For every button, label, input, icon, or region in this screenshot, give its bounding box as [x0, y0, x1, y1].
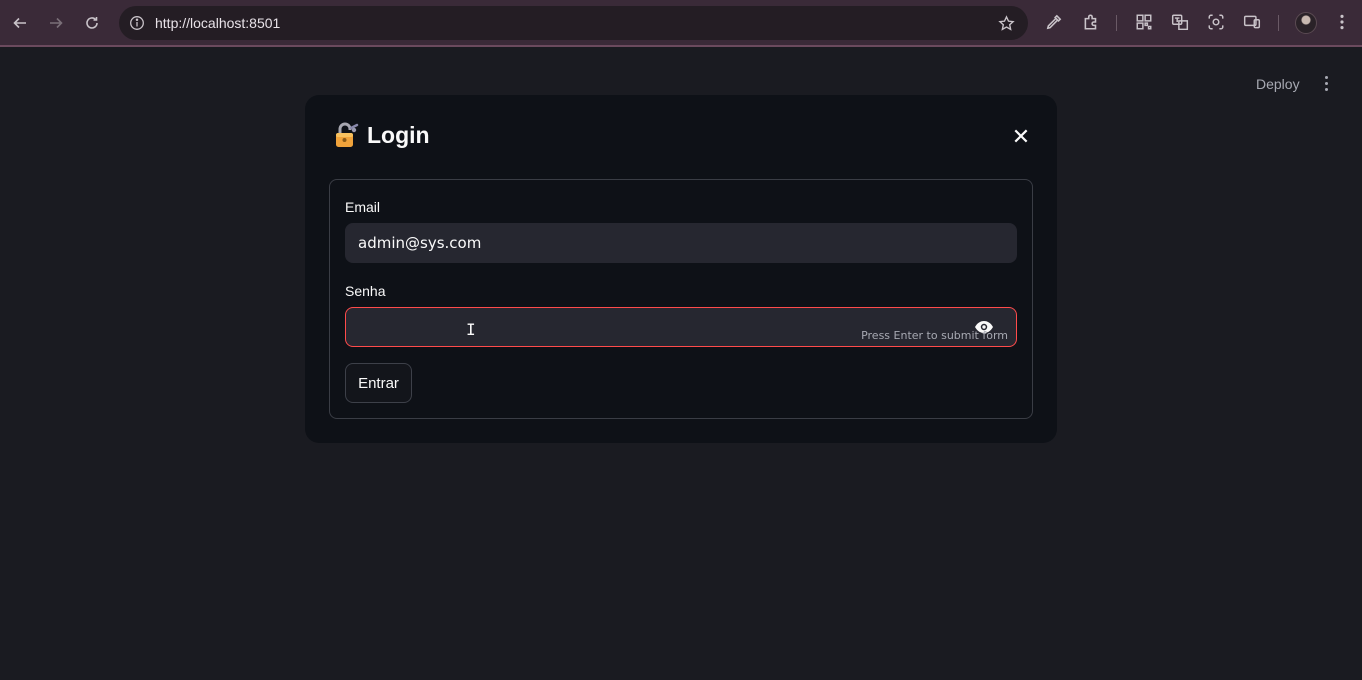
reload-icon[interactable] — [80, 9, 104, 37]
qr-code-icon[interactable] — [1133, 11, 1155, 33]
dialog-title-text: Login — [367, 121, 430, 148]
forward-icon[interactable] — [44, 9, 68, 37]
browser-toolbar: http://localhost:8501 — [0, 0, 1362, 47]
back-icon[interactable] — [8, 9, 32, 37]
deploy-button[interactable]: Deploy — [1250, 74, 1306, 94]
toolbar-divider — [1278, 15, 1279, 31]
address-bar[interactable]: http://localhost:8501 — [119, 6, 1028, 40]
url-text: http://localhost:8501 — [155, 15, 281, 31]
submit-hint: Press Enter to submit form — [861, 329, 1008, 342]
lens-icon[interactable] — [1205, 11, 1227, 33]
kebab-menu-icon[interactable] — [1316, 73, 1336, 93]
login-form: Email admin@sys.com Senha I Press Enter … — [329, 179, 1033, 419]
lock-icon — [333, 121, 359, 149]
bookmark-star-icon[interactable] — [996, 13, 1016, 33]
submit-button[interactable]: Entrar — [345, 363, 412, 403]
email-label: Email — [345, 199, 381, 215]
eyedropper-icon[interactable] — [1043, 11, 1065, 33]
password-field[interactable]: I Press Enter to submit form — [345, 307, 1017, 347]
email-field[interactable]: admin@sys.com — [345, 223, 1017, 263]
close-icon[interactable]: ✕ — [1010, 126, 1032, 148]
chrome-menu-icon[interactable] — [1331, 11, 1353, 33]
site-info-icon[interactable] — [125, 11, 149, 35]
translate-icon[interactable] — [1169, 11, 1191, 33]
profile-avatar[interactable] — [1295, 12, 1317, 34]
login-dialog: Login ✕ Email admin@sys.com Senha I Pres… — [305, 95, 1057, 443]
text-cursor-icon: I — [466, 320, 476, 339]
email-value: admin@sys.com — [358, 234, 482, 252]
toolbar-divider — [1116, 15, 1117, 31]
password-label: Senha — [345, 283, 386, 299]
cast-icon[interactable] — [1241, 11, 1263, 33]
extensions-icon[interactable] — [1080, 11, 1102, 33]
dialog-title: Login — [333, 121, 430, 149]
